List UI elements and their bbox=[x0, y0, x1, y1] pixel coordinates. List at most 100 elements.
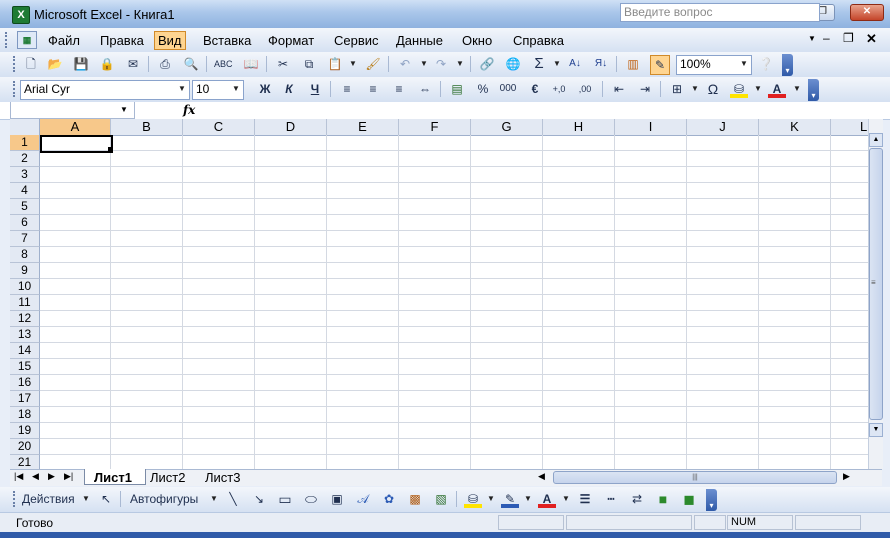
chevron-down-icon[interactable]: ▼ bbox=[487, 494, 495, 503]
decrease-decimal-button[interactable]: ,00 bbox=[576, 80, 594, 98]
drawing-toggle-icon[interactable]: ✎ bbox=[650, 55, 670, 75]
horizontal-scroll-thumb[interactable]: ||| bbox=[553, 471, 837, 484]
fill-color-icon[interactable]: ⛁ bbox=[730, 80, 748, 98]
row-header-9[interactable]: 9 bbox=[10, 263, 40, 279]
3d-style-icon[interactable]: ◼ bbox=[680, 490, 698, 508]
first-sheet-button[interactable]: |◀ bbox=[14, 471, 23, 482]
last-sheet-button[interactable]: ▶| bbox=[64, 471, 73, 482]
chevron-down-icon[interactable]: ▼ bbox=[420, 59, 428, 68]
menu-insert[interactable]: Вставка bbox=[203, 33, 251, 48]
row-header-16[interactable]: 16 bbox=[10, 375, 40, 391]
arrow-style-icon[interactable]: ⇄ bbox=[628, 490, 646, 508]
row-header-12[interactable]: 12 bbox=[10, 311, 40, 327]
increase-decimal-button[interactable]: +,0 bbox=[550, 80, 568, 98]
borders-icon[interactable]: ⊞ bbox=[668, 80, 686, 98]
format-painter-icon[interactable]: 🖌 bbox=[364, 55, 382, 73]
spelling-icon[interactable]: ABC bbox=[214, 55, 233, 73]
text-box-icon[interactable]: ▣ bbox=[328, 490, 346, 508]
undo-icon[interactable]: ↶ bbox=[396, 55, 414, 73]
picture-icon[interactable]: ▧ bbox=[432, 490, 450, 508]
rectangle-icon[interactable]: ▭ bbox=[276, 490, 294, 508]
doc-close-button[interactable]: ✕ bbox=[866, 31, 877, 47]
print-icon[interactable]: ⎙ bbox=[156, 55, 174, 73]
fill-color-icon[interactable]: ⛁ bbox=[464, 490, 482, 508]
toolbar-grip[interactable] bbox=[5, 32, 10, 48]
sort-ascending-icon[interactable]: A↓ bbox=[566, 55, 584, 73]
toolbar-options-icon[interactable]: ▾ bbox=[706, 489, 717, 511]
italic-button[interactable]: К bbox=[280, 80, 298, 98]
column-header-l[interactable]: L bbox=[831, 119, 868, 135]
previous-sheet-button[interactable]: ◀ bbox=[32, 471, 39, 482]
column-header-k[interactable]: K bbox=[759, 119, 831, 135]
clip-art-icon[interactable]: ▩ bbox=[406, 490, 424, 508]
copy-icon[interactable]: ⧉ bbox=[300, 55, 318, 73]
cut-icon[interactable]: ✂ bbox=[274, 55, 292, 73]
chevron-down-icon[interactable]: ▼ bbox=[456, 59, 464, 68]
column-header-c[interactable]: C bbox=[183, 119, 255, 135]
euro-button[interactable]: € bbox=[526, 80, 544, 98]
document-icon[interactable]: ▦ bbox=[17, 31, 37, 49]
column-header-h[interactable]: H bbox=[543, 119, 615, 135]
autoshapes-menu[interactable]: Автофигуры bbox=[130, 490, 198, 508]
row-header-6[interactable]: 6 bbox=[10, 215, 40, 231]
row-header-2[interactable]: 2 bbox=[10, 151, 40, 167]
row-header-15[interactable]: 15 bbox=[10, 359, 40, 375]
save-icon[interactable]: 💾 bbox=[72, 55, 90, 73]
hyperlink-icon[interactable]: 🔗 bbox=[478, 55, 496, 73]
menu-help[interactable]: Справка bbox=[513, 33, 564, 48]
row-header-17[interactable]: 17 bbox=[10, 391, 40, 407]
chevron-down-icon[interactable]: ▼ bbox=[691, 84, 699, 93]
align-right-icon[interactable]: ≡ bbox=[390, 80, 408, 98]
close-button[interactable]: ✕ bbox=[850, 4, 884, 21]
row-header-5[interactable]: 5 bbox=[10, 199, 40, 215]
help-icon[interactable]: ❔ bbox=[757, 55, 775, 73]
open-folder-icon[interactable]: 📂 bbox=[46, 55, 64, 73]
column-header-i[interactable]: I bbox=[615, 119, 687, 135]
row-header-18[interactable]: 18 bbox=[10, 407, 40, 423]
scroll-left-button[interactable]: ◀ bbox=[538, 471, 545, 482]
select-all-corner[interactable] bbox=[10, 119, 40, 135]
chevron-down-icon[interactable]: ▼ bbox=[349, 59, 357, 68]
align-left-icon[interactable]: ≡ bbox=[338, 80, 356, 98]
column-header-g[interactable]: G bbox=[471, 119, 543, 135]
chevron-down-icon[interactable]: ▼ bbox=[82, 494, 90, 503]
line-color-icon[interactable]: ✎ bbox=[501, 490, 519, 508]
font-color-icon[interactable]: A bbox=[538, 490, 556, 508]
actions-menu[interactable]: Действия bbox=[22, 490, 75, 508]
new-document-icon[interactable]: 🗋 bbox=[22, 55, 40, 73]
row-header-19[interactable]: 19 bbox=[10, 423, 40, 439]
next-sheet-button[interactable]: ▶ bbox=[48, 471, 55, 482]
dash-style-icon[interactable]: ┅ bbox=[602, 490, 620, 508]
bold-button[interactable]: Ж bbox=[256, 80, 274, 98]
font-color-icon[interactable]: A bbox=[768, 80, 786, 98]
toolbar-options-icon[interactable]: ▾ bbox=[808, 79, 819, 101]
menu-tools[interactable]: Сервис bbox=[334, 33, 379, 48]
arrow-icon[interactable]: ↘ bbox=[250, 490, 268, 508]
sharing-icon[interactable]: 🌐 bbox=[504, 55, 522, 73]
percent-button[interactable]: % bbox=[474, 80, 492, 98]
toolbar-options-icon[interactable]: ▾ bbox=[782, 54, 793, 76]
row-header-10[interactable]: 10 bbox=[10, 279, 40, 295]
menu-data[interactable]: Данные bbox=[396, 33, 443, 48]
redo-icon[interactable]: ↷ bbox=[432, 55, 450, 73]
email-icon[interactable]: ✉ bbox=[124, 55, 142, 73]
fill-handle[interactable] bbox=[108, 147, 113, 152]
print-preview-icon[interactable]: 🔍 bbox=[182, 55, 200, 73]
autosum-icon[interactable]: Σ bbox=[530, 55, 548, 73]
chevron-down-icon[interactable]: ▼ bbox=[120, 105, 128, 114]
menu-file[interactable]: Файл bbox=[48, 33, 80, 48]
sheet-tab-2[interactable]: Лист2 bbox=[150, 470, 185, 485]
chevron-down-icon[interactable]: ▼ bbox=[740, 59, 748, 68]
row-header-3[interactable]: 3 bbox=[10, 167, 40, 183]
row-header-4[interactable]: 4 bbox=[10, 183, 40, 199]
oval-icon[interactable]: ⬭ bbox=[302, 490, 320, 508]
align-center-icon[interactable]: ≡ bbox=[364, 80, 382, 98]
toolbar-grip[interactable] bbox=[13, 56, 18, 72]
underline-button[interactable]: Ч bbox=[306, 80, 324, 98]
row-header-21[interactable]: 21 bbox=[10, 455, 40, 469]
column-header-e[interactable]: E bbox=[327, 119, 399, 135]
select-objects-icon[interactable]: ↖ bbox=[97, 490, 115, 508]
column-header-b[interactable]: B bbox=[111, 119, 183, 135]
permission-icon[interactable]: 🔒 bbox=[98, 55, 116, 73]
research-icon[interactable]: 📖 bbox=[242, 55, 260, 73]
